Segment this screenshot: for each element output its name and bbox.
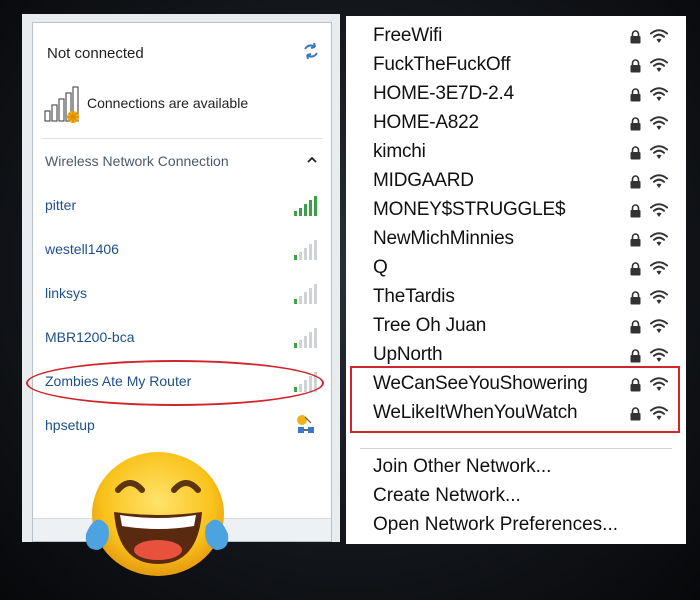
wifi-network-list: pitter westell1406 linksys MBR1200-bca Z… bbox=[33, 183, 331, 447]
menu-item-label: Create Network... bbox=[373, 485, 521, 506]
menu-item-label: Join Other Network... bbox=[373, 456, 552, 477]
wifi-icon bbox=[650, 261, 668, 275]
wifi-icon bbox=[650, 203, 668, 217]
lock-icon bbox=[630, 233, 641, 247]
network-name: Tree Oh Juan bbox=[373, 315, 487, 336]
lock-icon bbox=[630, 146, 641, 160]
network-name: pitter bbox=[45, 197, 77, 213]
mac-network-item[interactable]: NewMichMinnies bbox=[346, 225, 686, 254]
mac-network-item[interactable]: HOME-A822 bbox=[346, 109, 686, 138]
mac-network-item[interactable]: TheTardis bbox=[346, 283, 686, 312]
signal-bars-icon bbox=[294, 196, 317, 216]
mac-network-item[interactable]: Q bbox=[346, 254, 686, 283]
section-title: Wireless Network Connection bbox=[45, 153, 229, 169]
network-name: westell1406 bbox=[45, 241, 119, 257]
lock-icon bbox=[630, 291, 641, 305]
chevron-up-icon[interactable] bbox=[307, 155, 317, 165]
network-name: UpNorth bbox=[373, 344, 443, 365]
network-name: MBR1200-bca bbox=[45, 329, 135, 345]
lock-icon bbox=[630, 262, 641, 276]
adhoc-network-icon bbox=[297, 415, 314, 433]
network-name: kimchi bbox=[373, 141, 426, 162]
network-item[interactable]: linksys bbox=[33, 271, 331, 315]
signal-bars-icon bbox=[294, 240, 317, 260]
network-name: FreeWifi bbox=[373, 25, 443, 46]
wifi-icon bbox=[650, 29, 668, 43]
network-item[interactable]: MBR1200-bca bbox=[33, 315, 331, 359]
network-name: MIDGAARD bbox=[373, 170, 474, 191]
wifi-icon bbox=[650, 290, 668, 304]
mac-network-item[interactable]: HOME-3E7D-2.4 bbox=[346, 80, 686, 109]
network-name: MONEY$STRUGGLE$ bbox=[373, 199, 566, 220]
laughing-emoji-icon bbox=[85, 452, 229, 576]
network-name: NewMichMinnies bbox=[373, 228, 514, 249]
menu-separator bbox=[360, 448, 672, 449]
wifi-icon bbox=[650, 87, 668, 101]
network-name: HOME-3E7D-2.4 bbox=[373, 83, 514, 104]
network-item[interactable]: hpsetup bbox=[33, 403, 331, 447]
mac-network-item[interactable]: Tree Oh Juan bbox=[346, 312, 686, 341]
lock-icon bbox=[630, 59, 641, 73]
lock-icon bbox=[630, 204, 641, 218]
signal-available-icon bbox=[44, 86, 79, 123]
lock-icon bbox=[630, 117, 641, 131]
lock-icon bbox=[630, 349, 641, 363]
connection-status: Not connected bbox=[47, 45, 144, 62]
join-other-network-item[interactable]: Join Other Network... bbox=[346, 453, 686, 482]
wifi-icon bbox=[650, 116, 668, 130]
wifi-icon bbox=[650, 174, 668, 188]
open-network-preferences-item[interactable]: Open Network Preferences... bbox=[346, 511, 686, 540]
network-name: linksys bbox=[45, 285, 88, 301]
mac-network-item[interactable]: kimchi bbox=[346, 138, 686, 167]
network-item[interactable]: westell1406 bbox=[33, 227, 331, 271]
mac-network-item[interactable]: MIDGAARD bbox=[346, 167, 686, 196]
mac-menu-actions: Join Other Network... Create Network... … bbox=[346, 453, 686, 540]
signal-bars-icon bbox=[294, 328, 317, 348]
connections-available-text: Connections are available bbox=[87, 95, 249, 111]
lock-icon bbox=[630, 320, 641, 334]
wifi-icon bbox=[650, 232, 668, 246]
network-name: Q bbox=[373, 257, 388, 278]
network-name: FuckTheFuckOff bbox=[373, 54, 511, 75]
wifi-icon bbox=[650, 348, 668, 362]
mac-wifi-menu: FreeWifi FuckTheFuckOff HOME-3E7D-2.4 HOME-… bbox=[346, 16, 686, 544]
highlight-rectangle bbox=[350, 366, 680, 433]
wifi-icon bbox=[650, 58, 668, 72]
highlight-ellipse bbox=[26, 360, 324, 406]
wifi-icon bbox=[650, 319, 668, 333]
divider bbox=[41, 138, 323, 139]
lock-icon bbox=[630, 175, 641, 189]
signal-bars-icon bbox=[294, 284, 317, 304]
mac-network-item[interactable]: MONEY$STRUGGLE$ bbox=[346, 196, 686, 225]
refresh-icon[interactable] bbox=[301, 41, 321, 61]
network-name: HOME-A822 bbox=[373, 112, 479, 133]
network-item[interactable]: pitter bbox=[33, 183, 331, 227]
network-name: TheTardis bbox=[373, 286, 455, 307]
mac-network-item[interactable]: FuckTheFuckOff bbox=[346, 51, 686, 80]
network-name: hpsetup bbox=[45, 417, 95, 433]
mac-network-item[interactable]: FreeWifi bbox=[346, 22, 686, 51]
menu-item-label: Open Network Preferences... bbox=[373, 514, 618, 535]
lock-icon bbox=[630, 30, 641, 44]
wifi-icon bbox=[650, 145, 668, 159]
lock-icon bbox=[630, 88, 641, 102]
create-network-item[interactable]: Create Network... bbox=[346, 482, 686, 511]
